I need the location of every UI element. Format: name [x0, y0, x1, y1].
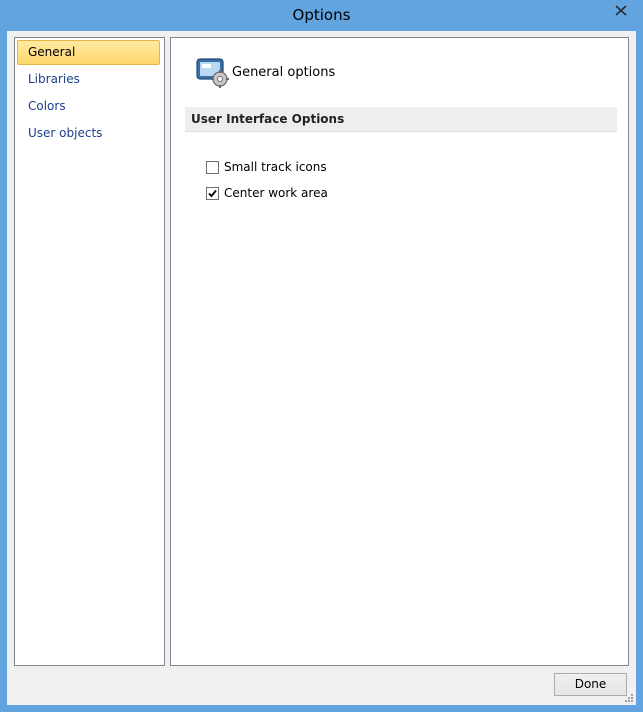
sidebar-item-libraries[interactable]: Libraries — [17, 67, 160, 92]
sidebar-item-colors[interactable]: Colors — [17, 94, 160, 119]
settings-panel: General options User Interface Options S… — [170, 37, 629, 666]
resize-grip-icon[interactable] — [622, 691, 634, 703]
panel-title: General options — [232, 65, 336, 80]
window-title: Options — [292, 6, 351, 24]
sidebar-item-general[interactable]: General — [17, 40, 160, 65]
options-window: Options General Libraries Colors User ob… — [0, 0, 643, 712]
section-header: User Interface Options — [185, 107, 617, 132]
small-track-icons-label: Small track icons — [224, 160, 327, 174]
checkmark-icon — [208, 189, 217, 197]
sidebar-item-user-objects[interactable]: User objects — [17, 121, 160, 146]
small-track-icons-checkbox[interactable] — [206, 160, 219, 174]
close-button[interactable] — [598, 0, 643, 21]
section-title: User Interface Options — [191, 112, 345, 126]
category-list: General Libraries Colors User objects — [14, 37, 165, 666]
option-center-work-area[interactable]: Center work area — [206, 185, 328, 201]
center-work-area-label: Center work area — [224, 186, 328, 200]
general-options-icon — [196, 58, 229, 88]
option-small-track-icons[interactable]: Small track icons — [206, 159, 327, 175]
center-work-area-checkbox[interactable] — [206, 186, 219, 200]
close-icon — [614, 5, 627, 16]
dialog-client-area: General Libraries Colors User objects Ge… — [7, 31, 636, 705]
title-bar[interactable]: Options — [0, 0, 643, 31]
done-button[interactable]: Done — [554, 673, 627, 696]
